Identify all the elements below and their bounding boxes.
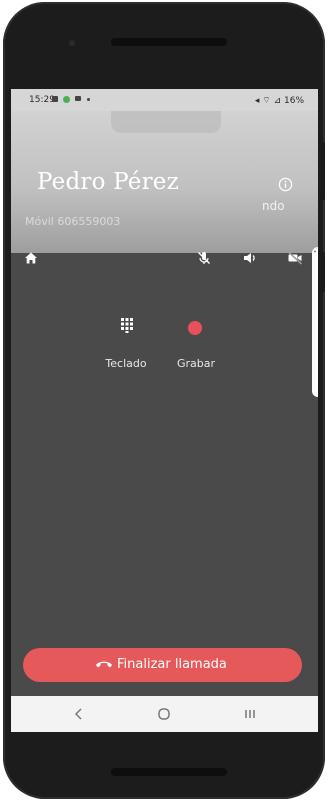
back-icon[interactable] xyxy=(71,706,87,722)
green-dot-icon xyxy=(63,96,70,103)
contact-name: Pedro Pérez xyxy=(37,169,179,195)
record-icon xyxy=(188,321,202,335)
bottom-speaker xyxy=(111,768,227,776)
home-circle-icon[interactable] xyxy=(156,706,172,722)
dot-icon xyxy=(87,98,90,101)
home-icon[interactable] xyxy=(23,250,39,266)
earpiece xyxy=(111,38,227,46)
call-screen: 15:29 ◂ ⌔ ⊿ 16% Pedro Pérez ndo Móvil 60… xyxy=(11,89,318,732)
contact-number: Móvil 606559003 xyxy=(25,215,121,228)
call-icon xyxy=(52,96,58,102)
handle-dots-icon xyxy=(314,250,316,253)
system-navbar xyxy=(11,696,318,732)
message-icon xyxy=(75,96,81,101)
status-right: ◂ ⌔ ⊿ 16% xyxy=(254,96,304,106)
recents-icon[interactable] xyxy=(242,706,258,722)
keypad-label: Teclado xyxy=(105,357,147,370)
end-call-label: Finalizar llamada xyxy=(117,657,227,672)
video-off-icon[interactable] xyxy=(287,250,303,266)
status-bar: 15:29 ◂ ⌔ ⊿ 16% xyxy=(11,89,318,111)
info-icon[interactable] xyxy=(278,177,293,192)
record-label: Grabar xyxy=(176,357,216,370)
side-panel-handle[interactable] xyxy=(312,247,318,397)
call-toolbar xyxy=(11,241,318,275)
hangup-icon xyxy=(96,661,112,668)
info-text: ndo xyxy=(262,199,285,213)
power-button xyxy=(320,252,325,292)
keypad-icon xyxy=(121,318,133,333)
end-call-button[interactable]: Finalizar llamada xyxy=(23,648,302,682)
volume-button xyxy=(320,142,325,200)
front-camera xyxy=(69,40,75,46)
call-header: Pedro Pérez ndo Móvil 606559003 xyxy=(11,111,318,265)
header-shadow xyxy=(111,111,221,133)
mute-icon[interactable] xyxy=(196,250,212,266)
speaker-icon[interactable] xyxy=(242,250,258,266)
